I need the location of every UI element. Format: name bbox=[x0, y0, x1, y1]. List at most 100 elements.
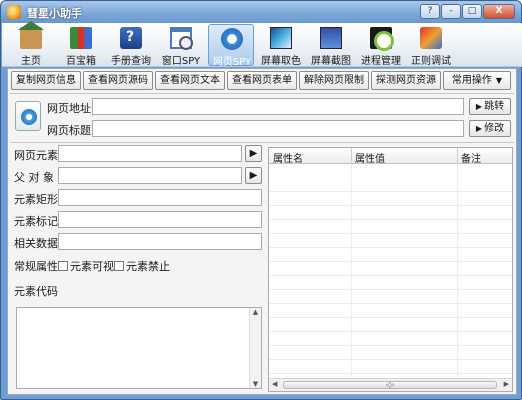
visible-checkbox[interactable]: 元素可视 bbox=[58, 258, 114, 274]
scroll-left-icon: ◀ bbox=[272, 380, 278, 388]
element-arrow-button[interactable]: ▶ bbox=[245, 145, 262, 162]
table-row bbox=[269, 276, 512, 290]
toolbar-window-spy-label: 窗口SPY bbox=[161, 56, 201, 67]
toolbar-manual[interactable]: 手册查询 bbox=[108, 24, 154, 67]
address-label: 网页地址 bbox=[47, 102, 91, 115]
data-field[interactable] bbox=[58, 233, 262, 250]
scroll-right-icon: ▶ bbox=[503, 380, 509, 388]
copy-info-button[interactable]: 复制网页信息 bbox=[11, 71, 81, 90]
table-row bbox=[269, 192, 512, 206]
toolbar-manual-label: 手册查询 bbox=[111, 56, 151, 67]
element-select[interactable] bbox=[58, 145, 242, 162]
toolbar-web-spy-label: 网页SPY bbox=[212, 57, 252, 68]
help-button[interactable]: ? bbox=[420, 4, 440, 19]
title-label: 网页标题 bbox=[47, 124, 91, 137]
scroll-thumb[interactable]: ‹◊› bbox=[283, 381, 497, 389]
common-ops-dropdown[interactable]: 常用操作 ▼ bbox=[443, 71, 511, 90]
process-icon bbox=[370, 27, 394, 51]
toolbox-icon bbox=[70, 27, 92, 49]
manual-icon bbox=[120, 27, 142, 49]
toolbar-color-picker-label: 屏幕取色 bbox=[261, 56, 301, 67]
code-label: 元素代码 bbox=[14, 285, 58, 298]
web-spy-panel: 复制网页信息 查看网页源码 查看网页文本 查看网页表单 解除网页限制 探测网页资… bbox=[7, 68, 517, 395]
grid-col-note[interactable]: 备注 bbox=[461, 150, 481, 165]
toolbar-home[interactable]: 主页 bbox=[8, 21, 54, 67]
disabled-label: 元素禁止 bbox=[126, 260, 170, 273]
chevron-down-icon: ▼ bbox=[495, 76, 503, 85]
toolbar-toolbox[interactable]: 百宝箱 bbox=[58, 24, 104, 67]
attribute-grid[interactable]: 属性名 属性值 备注 ◀ ‹◊› ▶ bbox=[268, 147, 513, 392]
visible-label: 元素可视 bbox=[70, 260, 114, 273]
target-globe-icon bbox=[21, 109, 37, 125]
edit-label: 修改 bbox=[484, 123, 505, 134]
table-row bbox=[269, 220, 512, 234]
parent-arrow-button[interactable]: ▶ bbox=[245, 167, 262, 184]
toolbar-screenshot[interactable]: 屏幕截图 bbox=[308, 24, 354, 67]
scroll-up-icon: ▲ bbox=[252, 308, 259, 316]
rect-field[interactable] bbox=[58, 189, 262, 206]
attrs-label: 常规属性 bbox=[14, 260, 58, 273]
table-row bbox=[269, 290, 512, 304]
table-row bbox=[269, 262, 512, 276]
toolbar-process-label: 进程管理 bbox=[361, 56, 401, 67]
toolbar-process[interactable]: 进程管理 bbox=[358, 24, 404, 67]
tag-label: 元素标记 bbox=[14, 215, 58, 228]
comet-app-icon bbox=[7, 5, 21, 19]
toolbar-toolbox-label: 百宝箱 bbox=[66, 56, 96, 67]
disabled-checkbox[interactable]: 元素禁止 bbox=[114, 258, 170, 274]
regex-icon bbox=[420, 27, 442, 49]
url-section: 网页地址 ▶ 跳转 网页标题 ▶ 修改 bbox=[10, 93, 514, 143]
edit-title-button[interactable]: ▶ 修改 bbox=[469, 120, 511, 137]
tag-field[interactable] bbox=[58, 211, 262, 228]
table-row bbox=[269, 248, 512, 262]
table-row bbox=[269, 360, 512, 374]
element-code-textarea[interactable]: ▲ ▼ bbox=[16, 307, 262, 389]
close-button[interactable]: X bbox=[483, 4, 515, 19]
table-row bbox=[269, 318, 512, 332]
app-window: 彗星小助手 ? - □ X 主页 百宝箱 手册查询 窗口SPY 网页SPY bbox=[0, 0, 522, 400]
checkbox-box bbox=[114, 261, 124, 271]
view-forms-button[interactable]: 查看网页表单 bbox=[227, 71, 297, 90]
element-label: 网页元素 bbox=[14, 149, 58, 162]
detect-resources-button[interactable]: 探测网页资源 bbox=[371, 71, 441, 90]
view-source-button[interactable]: 查看网页源码 bbox=[83, 71, 153, 90]
maximize-button[interactable]: □ bbox=[462, 4, 482, 19]
toolbar-web-spy[interactable]: 网页SPY bbox=[208, 24, 254, 68]
data-label: 相关数据 bbox=[14, 237, 58, 250]
goto-label: 跳转 bbox=[484, 101, 505, 112]
parent-select[interactable] bbox=[58, 167, 242, 184]
grid-col-separator bbox=[457, 148, 458, 164]
toolbar-regex[interactable]: 正则调试 bbox=[408, 24, 454, 67]
table-row bbox=[269, 206, 512, 220]
screenshot-icon bbox=[320, 27, 342, 49]
code-vertical-scrollbar[interactable]: ▲ ▼ bbox=[249, 308, 261, 388]
title-bar[interactable]: 彗星小助手 ? - □ X bbox=[1, 1, 521, 23]
grid-col-name[interactable]: 属性名 bbox=[273, 150, 303, 165]
toolbar-color-picker[interactable]: 屏幕取色 bbox=[258, 24, 304, 67]
table-row bbox=[269, 178, 512, 192]
address-input[interactable] bbox=[92, 98, 464, 115]
spy-target-button[interactable] bbox=[15, 101, 41, 131]
page-title-input[interactable] bbox=[92, 120, 464, 137]
scroll-down-icon: ▼ bbox=[252, 380, 259, 388]
grid-horizontal-scrollbar[interactable]: ◀ ‹◊› ▶ bbox=[269, 378, 512, 391]
table-row bbox=[269, 234, 512, 248]
table-row bbox=[269, 346, 512, 360]
play-icon: ▶ bbox=[249, 170, 258, 181]
main-toolbar: 主页 百宝箱 手册查询 窗口SPY 网页SPY 屏幕取色 屏幕截图 进程管理 bbox=[2, 21, 522, 68]
parent-label: 父 对 象 bbox=[14, 171, 54, 184]
toolbar-window-spy[interactable]: 窗口SPY bbox=[158, 24, 204, 67]
goto-button[interactable]: ▶ 跳转 bbox=[469, 98, 511, 115]
toolbar-regex-label: 正则调试 bbox=[411, 56, 451, 67]
window-title: 彗星小助手 bbox=[27, 7, 82, 20]
common-ops-label: 常用操作 bbox=[451, 75, 492, 86]
minimize-button[interactable]: - bbox=[441, 4, 461, 19]
remove-limits-button[interactable]: 解除网页限制 bbox=[299, 71, 369, 90]
toolbar-home-label: 主页 bbox=[21, 56, 41, 67]
home-icon bbox=[18, 21, 44, 49]
view-text-button[interactable]: 查看网页文本 bbox=[155, 71, 225, 90]
checkbox-box bbox=[58, 261, 68, 271]
grid-col-value[interactable]: 属性值 bbox=[355, 150, 385, 165]
play-icon: ▶ bbox=[475, 102, 483, 111]
table-row bbox=[269, 304, 512, 318]
